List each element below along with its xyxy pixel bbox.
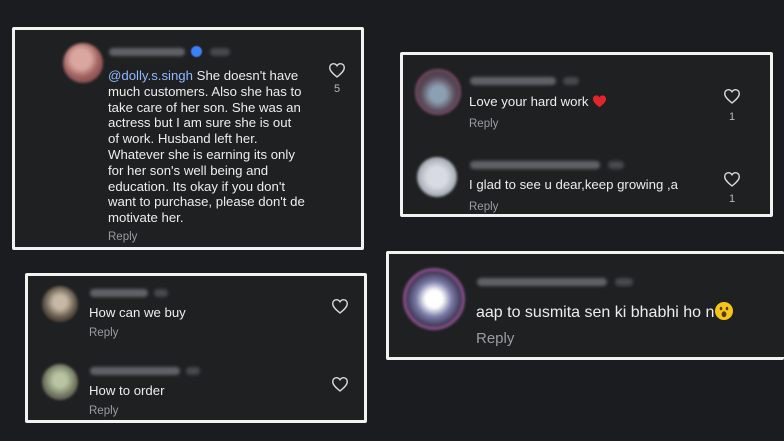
reply-button[interactable]: Reply (89, 405, 118, 417)
username-blurred[interactable] (470, 77, 556, 85)
verified-icon (191, 46, 202, 57)
comment-text: I glad to see u dear,keep growing ,a (469, 177, 678, 192)
username-blurred[interactable] (470, 161, 600, 169)
like-count: 1 (728, 111, 736, 123)
astonished-face-emoji (714, 301, 734, 327)
comment-card: @dolly.s.singh She doesn't have much cus… (12, 27, 364, 250)
reply-button[interactable]: Reply (89, 327, 118, 339)
timestamp-blurred (615, 278, 633, 286)
timestamp-blurred (186, 367, 200, 375)
like-count: 1 (728, 193, 736, 205)
reply-button[interactable]: Reply (469, 118, 498, 130)
username-blurred[interactable] (90, 367, 180, 375)
username-blurred[interactable] (109, 48, 185, 56)
heart-icon[interactable] (331, 298, 349, 314)
red-heart-emoji (592, 94, 607, 112)
comment-text: Love your hard work (469, 94, 607, 112)
avatar[interactable] (42, 286, 78, 322)
comment-text: @dolly.s.singh She doesn't have much cus… (108, 68, 305, 226)
heart-icon[interactable] (331, 376, 349, 392)
reply-button[interactable]: Reply (476, 330, 514, 347)
screenshot-collage: @dolly.s.singh She doesn't have much cus… (0, 0, 784, 441)
username-blurred[interactable] (90, 289, 148, 297)
reply-button[interactable]: Reply (469, 201, 498, 213)
avatar[interactable] (417, 157, 457, 197)
avatar[interactable] (63, 43, 103, 83)
timestamp-blurred (154, 289, 168, 297)
avatar[interactable] (415, 69, 461, 115)
comment-text: How to order (89, 383, 165, 398)
avatar[interactable] (42, 364, 78, 400)
comment-text: How can we buy (89, 305, 186, 320)
comment-card: aap to susmita sen ki bhabhi ho n Reply (386, 251, 784, 360)
timestamp-blurred (210, 48, 230, 56)
comment-card: How can we buy Reply How to order Reply (25, 273, 367, 423)
reply-button[interactable]: Reply (108, 231, 137, 243)
avatar[interactable] (403, 268, 465, 330)
heart-icon[interactable] (723, 88, 741, 104)
heart-icon[interactable] (723, 171, 741, 187)
username-blurred[interactable] (477, 278, 607, 286)
timestamp-blurred (608, 161, 624, 169)
heart-icon[interactable] (328, 62, 346, 78)
comment-card: Love your hard work Reply 1 I glad to se… (400, 52, 773, 217)
like-count: 5 (333, 83, 341, 95)
comment-text: aap to susmita sen ki bhabhi ho n (476, 301, 734, 327)
mention-link[interactable]: @dolly.s.singh (108, 68, 193, 83)
timestamp-blurred (563, 77, 579, 85)
